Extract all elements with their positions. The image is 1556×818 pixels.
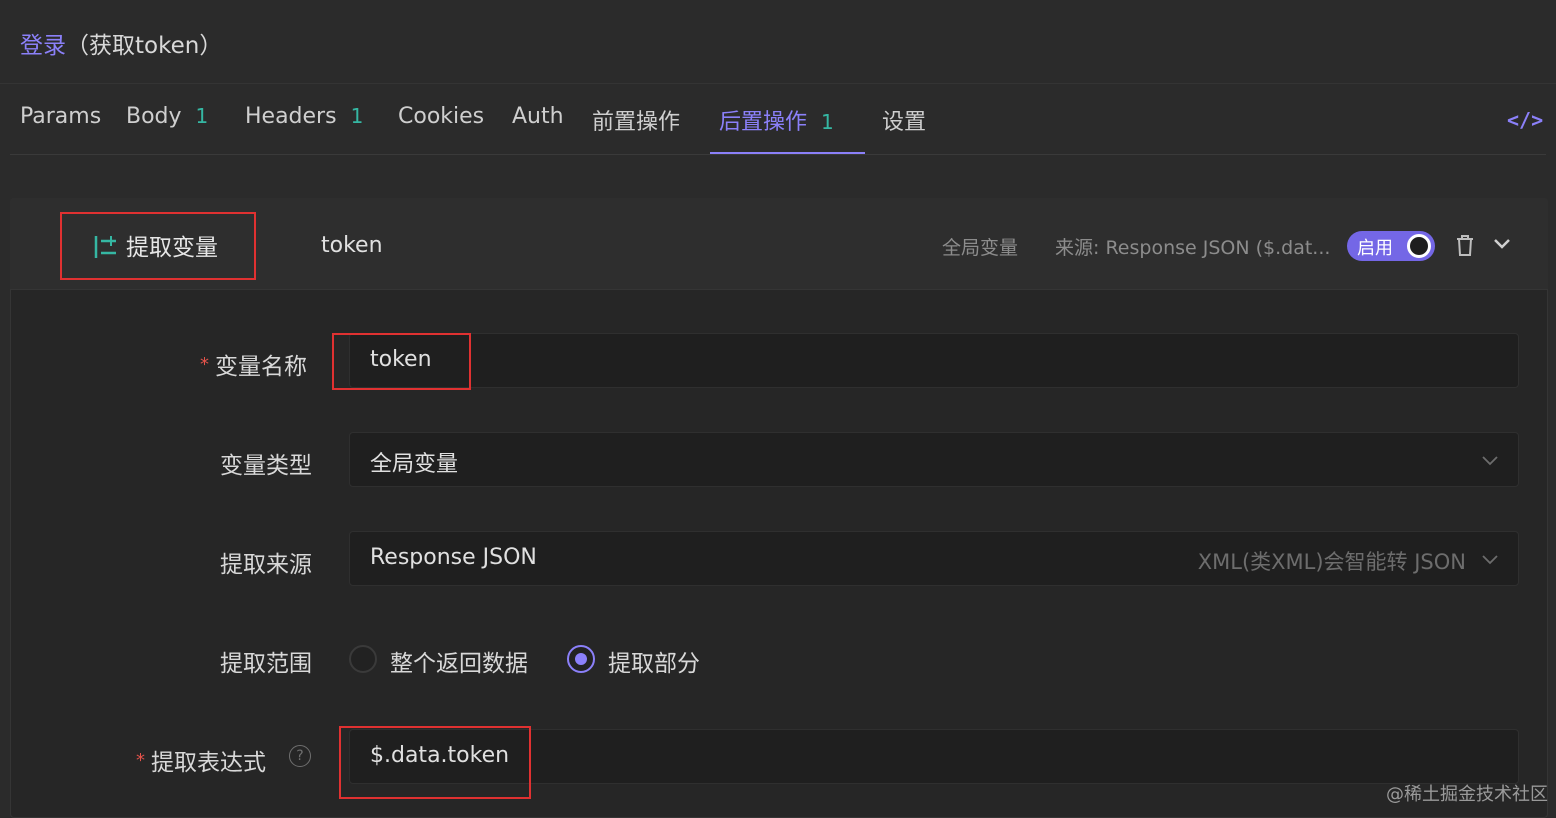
range-label: 提取范围 [220, 651, 312, 677]
tabs-divider [10, 154, 1546, 155]
tab-pre-processors[interactable]: 前置操作 [592, 104, 680, 138]
scope-summary: 全局变量 [942, 237, 1019, 259]
chevron-down-icon [1482, 456, 1498, 466]
range-radio-partial[interactable] [567, 645, 595, 673]
breadcrumb: 登录（获取token） [20, 26, 222, 60]
help-icon[interactable]: ? [289, 745, 311, 767]
processor-panel [10, 198, 1548, 818]
tab-settings[interactable]: 设置 [882, 104, 926, 138]
source-value: Response JSON [370, 545, 537, 570]
title-bar [0, 0, 1556, 84]
highlight-box [339, 726, 531, 799]
extract-variable-icon [94, 236, 116, 258]
var-name-label: * 变量名称 [200, 354, 307, 380]
range-option-whole[interactable]: 整个返回数据 [390, 644, 528, 678]
tab-post-processors[interactable]: 后置操作 1 [719, 104, 834, 138]
tab-auth[interactable]: Auth [512, 104, 564, 138]
highlight-box [332, 333, 471, 390]
toggle-knob [1407, 234, 1431, 258]
tab-params[interactable]: Params [20, 104, 101, 138]
breadcrumb-current: （获取token） [66, 33, 223, 59]
watermark: @稀土掘金技术社区 [1386, 784, 1548, 805]
tab-headers[interactable]: Headers 1 [245, 104, 363, 138]
range-radio-whole[interactable] [349, 645, 377, 673]
expression-label: * 提取表达式 [136, 750, 266, 776]
var-type-label: 变量类型 [220, 453, 312, 479]
chevron-down-icon [1482, 555, 1498, 565]
processor-type: 提取变量 [92, 228, 218, 262]
source-label: 提取来源 [220, 552, 312, 578]
var-name-input[interactable]: token [349, 333, 1519, 388]
required-mark: * [200, 354, 209, 375]
processor-name: token [321, 233, 383, 258]
tab-badge: 1 [350, 104, 364, 128]
chevron-down-icon[interactable] [1492, 234, 1512, 258]
range-option-partial[interactable]: 提取部分 [608, 644, 700, 678]
tab-body[interactable]: Body 1 [126, 104, 208, 138]
tab-badge: 1 [195, 104, 209, 128]
source-select[interactable]: Response JSON XML(类XML)会智能转 JSON [349, 531, 1519, 586]
enable-toggle[interactable]: 启用 [1347, 231, 1435, 261]
trash-icon[interactable] [1454, 232, 1476, 262]
var-type-value: 全局变量 [370, 452, 459, 477]
var-type-select[interactable]: 全局变量 [349, 432, 1519, 487]
breadcrumb-link[interactable]: 登录 [20, 33, 66, 59]
tab-badge: 1 [821, 110, 834, 134]
processor-type-label: 提取变量 [126, 235, 218, 261]
required-mark: * [136, 750, 145, 771]
source-summary: 来源: Response JSON ($.dat... [1055, 237, 1331, 259]
enable-toggle-label: 启用 [1357, 238, 1393, 259]
code-icon[interactable]: </> [1507, 108, 1543, 132]
tab-cookies[interactable]: Cookies [398, 104, 484, 138]
source-hint: XML(类XML)会智能转 JSON [1197, 550, 1466, 574]
